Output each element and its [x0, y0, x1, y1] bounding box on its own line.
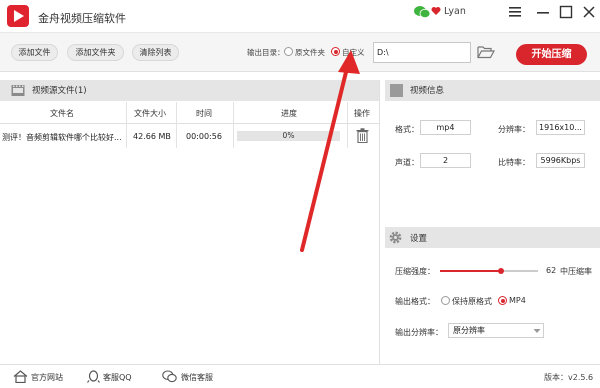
website-icon[interactable]: [13, 370, 28, 383]
wechat-icon[interactable]: [413, 5, 431, 19]
column-header-progress: 进度: [281, 109, 297, 118]
column-header-name: 文件名: [50, 109, 74, 118]
start-compress-button[interactable]: 开始压缩: [516, 44, 587, 65]
output-resolution-select[interactable]: 原分辨率: [448, 323, 544, 338]
strength-label: 压缩强度：: [395, 267, 435, 276]
column-header-actions: 操作: [354, 109, 370, 118]
output-format-label: 输出格式：: [395, 297, 435, 306]
bitrate-value: 5996Kbps: [536, 153, 585, 168]
radio-mp4[interactable]: [498, 296, 507, 305]
app-logo-icon: [7, 5, 29, 27]
app-title: 金舟视频压缩软件: [38, 12, 126, 25]
output-path-input[interactable]: [373, 42, 471, 63]
column-divider: [176, 102, 177, 148]
progress-text: 0%: [282, 131, 295, 140]
strength-slider[interactable]: [440, 268, 538, 274]
minimize-icon[interactable]: [535, 4, 551, 20]
chevron-down-icon[interactable]: [533, 328, 541, 334]
version-number: v2.5.6: [568, 373, 594, 382]
qq-icon[interactable]: [86, 370, 101, 383]
column-header-size: 文件大小: [134, 109, 166, 118]
radio-custom-label[interactable]: 自定义: [342, 47, 365, 58]
bitrate-label: 比特率：: [498, 158, 530, 167]
video-info-title: 视频信息: [410, 86, 445, 96]
qq-support-link[interactable]: 客服QQ: [103, 372, 132, 383]
add-file-button[interactable]: 添加文件: [11, 44, 58, 61]
resolution-value: 1916x10...: [536, 120, 585, 135]
file-panel-title: 视频源文件(1): [32, 86, 87, 96]
file-name-cell[interactable]: 测评！音频剪辑软件哪个比较好...: [2, 132, 122, 143]
version-label: 版本：v2.5.6: [544, 372, 593, 383]
file-size-cell: 42.66 MB: [133, 132, 171, 141]
settings-title: 设置: [410, 234, 428, 244]
radio-original-folder[interactable]: [284, 47, 293, 56]
radio-custom-folder[interactable]: [331, 47, 340, 56]
radio-keep-format[interactable]: [441, 296, 450, 305]
version-prefix: 版本：: [544, 373, 568, 382]
column-divider: [126, 102, 127, 148]
close-icon[interactable]: [581, 4, 597, 20]
strength-slider-thumb[interactable]: [497, 268, 504, 274]
clear-list-button[interactable]: 清除列表: [132, 44, 179, 61]
panel-divider: [379, 80, 380, 364]
toolbar: 添加文件 添加文件夹 清除列表 输出目录： 原文件夹 自定义 开始压缩: [0, 32, 600, 72]
add-folder-button[interactable]: 添加文件夹: [67, 44, 124, 61]
wechat-support-icon[interactable]: [162, 370, 177, 383]
film-icon: [11, 85, 25, 96]
strength-slider-fill: [440, 270, 501, 272]
gear-icon: [389, 231, 402, 244]
wechat-support-link[interactable]: 微信客服: [181, 372, 213, 383]
menu-icon[interactable]: [507, 4, 523, 20]
radio-keep-format-label[interactable]: 保持原格式: [452, 296, 492, 307]
video-info-icon: [390, 84, 403, 97]
column-divider: [233, 102, 234, 148]
output-dir-label: 输出目录：: [247, 48, 285, 57]
delete-icon[interactable]: [356, 128, 369, 143]
file-progress-bar: 0%: [237, 131, 340, 141]
folder-open-icon[interactable]: [477, 45, 495, 59]
channels-label: 声道：: [395, 158, 419, 167]
website-link[interactable]: 官方网站: [31, 372, 63, 383]
format-value: mp4: [420, 120, 471, 135]
strength-text: 中压缩率: [560, 267, 592, 276]
file-time-cell: 00:00:56: [186, 132, 222, 141]
resolution-label: 分辨率：: [498, 125, 530, 134]
output-resolution-label: 输出分辨率：: [395, 328, 443, 337]
channels-value: 2: [420, 153, 471, 168]
maximize-icon[interactable]: [558, 4, 574, 20]
strength-value: 62: [546, 266, 557, 275]
format-label: 格式：: [395, 125, 419, 134]
radio-mp4-label[interactable]: MP4: [509, 296, 526, 305]
user-name[interactable]: Lyan: [444, 6, 466, 17]
column-divider: [347, 102, 348, 148]
vip-heart-icon: [431, 7, 441, 15]
radio-original-label[interactable]: 原文件夹: [295, 47, 325, 58]
column-header-time: 时间: [196, 109, 212, 118]
